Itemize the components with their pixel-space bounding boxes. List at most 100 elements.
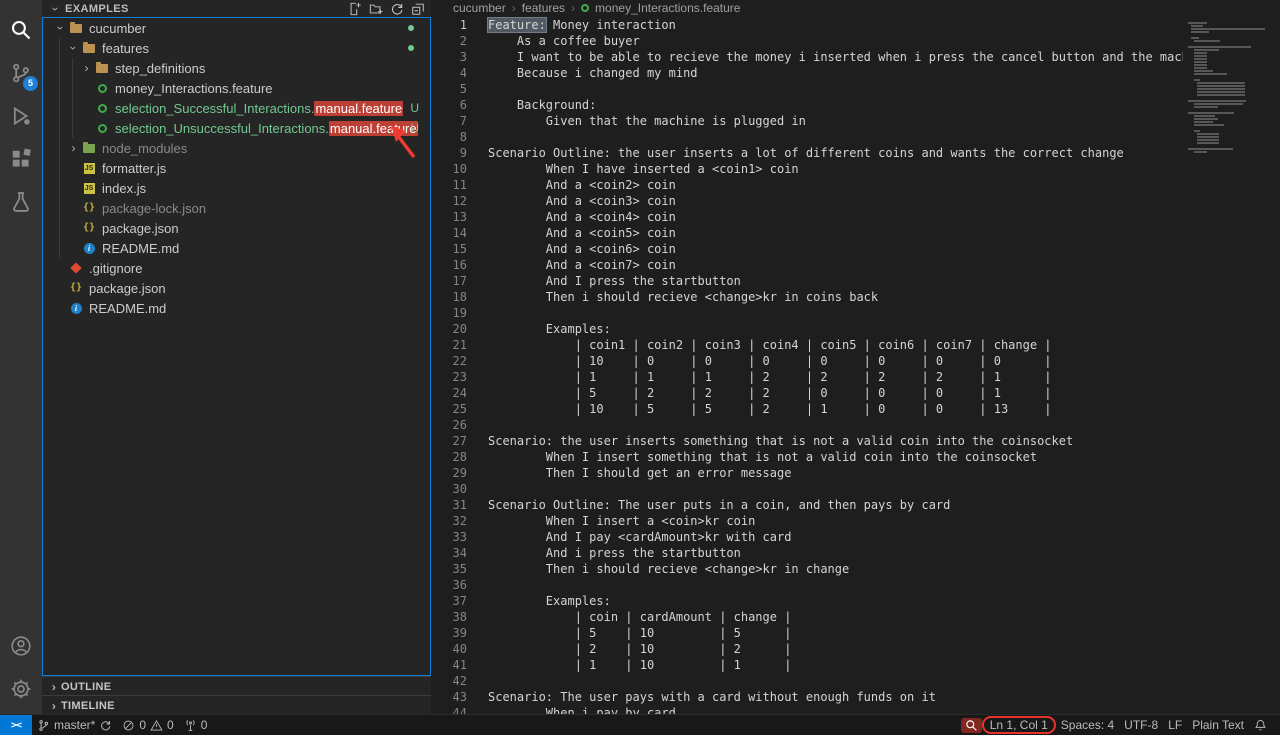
- code-line[interactable]: 40 | 2 | 10 | 2 |: [431, 641, 1183, 657]
- code-line[interactable]: 27Scenario: the user inserts something t…: [431, 433, 1183, 449]
- chevron-down-icon[interactable]: ›: [49, 1, 63, 16]
- code-text: | 10 | 0 | 0 | 0 | 0 | 0 | 0 | 0 |: [467, 353, 1052, 369]
- source-control-icon[interactable]: 5: [0, 51, 42, 94]
- line-number: 13: [431, 209, 467, 225]
- code-line[interactable]: 30: [431, 481, 1183, 497]
- account-icon[interactable]: [0, 624, 42, 667]
- code-line[interactable]: 31Scenario Outline: The user puts in a c…: [431, 497, 1183, 513]
- code-line[interactable]: 20 Examples:: [431, 321, 1183, 337]
- code-line[interactable]: 8: [431, 129, 1183, 145]
- tree-item[interactable]: selection_Successful_Interactions.manual…: [43, 98, 430, 118]
- tree-item[interactable]: ›features: [43, 38, 430, 58]
- code-line[interactable]: 12 And a <coin3> coin: [431, 193, 1183, 209]
- code-text: When I insert something that is not a va…: [467, 449, 1037, 465]
- line-number: 18: [431, 289, 467, 305]
- language-mode[interactable]: Plain Text: [1187, 718, 1249, 732]
- code-line[interactable]: 6 Background:: [431, 97, 1183, 113]
- new-file-icon[interactable]: [348, 2, 362, 16]
- code-line[interactable]: 4 Because i changed my mind: [431, 65, 1183, 81]
- new-folder-icon[interactable]: [369, 2, 383, 16]
- notifications-bell-icon[interactable]: [1249, 719, 1272, 732]
- encoding-setting[interactable]: UTF-8: [1119, 718, 1163, 732]
- code-line[interactable]: 2 As a coffee buyer: [431, 33, 1183, 49]
- code-line[interactable]: 23 | 1 | 1 | 1 | 2 | 2 | 2 | 2 | 1 |: [431, 369, 1183, 385]
- code-line[interactable]: 39 | 5 | 10 | 5 |: [431, 625, 1183, 641]
- breadcrumb-item[interactable]: features: [522, 1, 565, 15]
- code-line[interactable]: 34 And i press the startbutton: [431, 545, 1183, 561]
- tree-item[interactable]: formatter.js: [43, 158, 430, 178]
- code-line[interactable]: 14 And a <coin5> coin: [431, 225, 1183, 241]
- activity-bar-bottom: [0, 624, 42, 710]
- problems-indicator[interactable]: 0 0: [117, 718, 178, 732]
- code-line[interactable]: 32 When I insert a <coin>kr coin: [431, 513, 1183, 529]
- timeline-section[interactable]: › TIMELINE: [42, 695, 431, 715]
- code-line[interactable]: 22 | 10 | 0 | 0 | 0 | 0 | 0 | 0 | 0 |: [431, 353, 1183, 369]
- testing-beaker-icon[interactable]: [0, 180, 42, 223]
- code-line[interactable]: 44 When i pay by card: [431, 705, 1183, 714]
- code-text: Examples:: [467, 321, 611, 337]
- tree-item[interactable]: ›node_modules: [43, 138, 430, 158]
- settings-gear-icon[interactable]: [0, 667, 42, 710]
- file-tree[interactable]: ›cucumber›features›step_definitionsmoney…: [42, 17, 431, 676]
- tree-item[interactable]: .gitignore: [43, 258, 430, 278]
- tree-item[interactable]: ›cucumber: [43, 18, 430, 38]
- code-line[interactable]: 16 And a <coin7> coin: [431, 257, 1183, 273]
- code-line[interactable]: 37 Examples:: [431, 593, 1183, 609]
- tree-item[interactable]: README.md: [43, 298, 430, 318]
- code-line[interactable]: 41 | 1 | 10 | 1 |: [431, 657, 1183, 673]
- outline-section[interactable]: › OUTLINE: [42, 676, 431, 696]
- code-line[interactable]: 17 And I press the startbutton: [431, 273, 1183, 289]
- tree-item[interactable]: package.json: [43, 218, 430, 238]
- tree-item[interactable]: selection_Unsuccessful_Interactions.manu…: [43, 118, 430, 138]
- code-line[interactable]: 24 | 5 | 2 | 2 | 2 | 0 | 0 | 0 | 1 |: [431, 385, 1183, 401]
- code-line[interactable]: 18 Then i should recieve <change>kr in c…: [431, 289, 1183, 305]
- remote-indicator[interactable]: ><: [0, 715, 32, 735]
- code-line[interactable]: 35 Then i should recieve <change>kr in c…: [431, 561, 1183, 577]
- eol-setting[interactable]: LF: [1163, 718, 1187, 732]
- breadcrumb-item[interactable]: cucumber: [453, 1, 506, 15]
- code-line[interactable]: 42: [431, 673, 1183, 689]
- code-line[interactable]: 15 And a <coin6> coin: [431, 241, 1183, 257]
- tree-item[interactable]: money_Interactions.feature: [43, 78, 430, 98]
- code-line[interactable]: 13 And a <coin4> coin: [431, 209, 1183, 225]
- tree-item[interactable]: README.md: [43, 238, 430, 258]
- git-branch[interactable]: master*: [32, 718, 117, 732]
- code-line[interactable]: 38 | coin | cardAmount | change |: [431, 609, 1183, 625]
- line-number: 3: [431, 49, 467, 65]
- tree-item[interactable]: package.json: [43, 278, 430, 298]
- indentation-setting[interactable]: Spaces: 4: [1056, 718, 1119, 732]
- code-line[interactable]: 29 Then I should get an error message: [431, 465, 1183, 481]
- breadcrumb[interactable]: cucumber › features › money_Interactions…: [431, 0, 1280, 16]
- run-debug-icon[interactable]: [0, 94, 42, 137]
- tree-item-label: money_Interactions.feature: [115, 81, 273, 96]
- search-icon[interactable]: [0, 8, 42, 51]
- cursor-position[interactable]: Ln 1, Col 1: [982, 716, 1056, 734]
- collapse-all-icon[interactable]: [411, 2, 425, 16]
- zoom-icon[interactable]: [961, 718, 982, 733]
- code-line[interactable]: 33 And I pay <cardAmount>kr with card: [431, 529, 1183, 545]
- tree-item[interactable]: ›step_definitions: [43, 58, 430, 78]
- sync-icon[interactable]: [99, 719, 112, 732]
- code-line[interactable]: 7 Given that the machine is plugged in: [431, 113, 1183, 129]
- code-line[interactable]: 5: [431, 81, 1183, 97]
- extensions-icon[interactable]: [0, 137, 42, 180]
- code-line[interactable]: 19: [431, 305, 1183, 321]
- tree-item[interactable]: index.js: [43, 178, 430, 198]
- breadcrumb-item[interactable]: money_Interactions.feature: [595, 1, 740, 15]
- code-line[interactable]: 36: [431, 577, 1183, 593]
- code-line[interactable]: 43Scenario: The user pays with a card wi…: [431, 689, 1183, 705]
- code-line[interactable]: 9Scenario Outline: the user inserts a lo…: [431, 145, 1183, 161]
- ports-indicator[interactable]: 0: [179, 718, 213, 732]
- minimap[interactable]: [1183, 16, 1280, 714]
- code-line[interactable]: 10 When I have inserted a <coin1> coin: [431, 161, 1183, 177]
- code-line[interactable]: 3 I want to be able to recieve the money…: [431, 49, 1183, 65]
- refresh-icon[interactable]: [390, 2, 404, 16]
- code-line[interactable]: 1Feature: Money interaction: [431, 17, 1183, 33]
- code-line[interactable]: 25 | 10 | 5 | 5 | 2 | 1 | 0 | 0 | 13 |: [431, 401, 1183, 417]
- tree-item[interactable]: package-lock.json: [43, 198, 430, 218]
- code-line[interactable]: 28 When I insert something that is not a…: [431, 449, 1183, 465]
- code-line[interactable]: 11 And a <coin2> coin: [431, 177, 1183, 193]
- code-area[interactable]: 1Feature: Money interaction2 As a coffee…: [431, 17, 1183, 714]
- code-line[interactable]: 26: [431, 417, 1183, 433]
- code-line[interactable]: 21 | coin1 | coin2 | coin3 | coin4 | coi…: [431, 337, 1183, 353]
